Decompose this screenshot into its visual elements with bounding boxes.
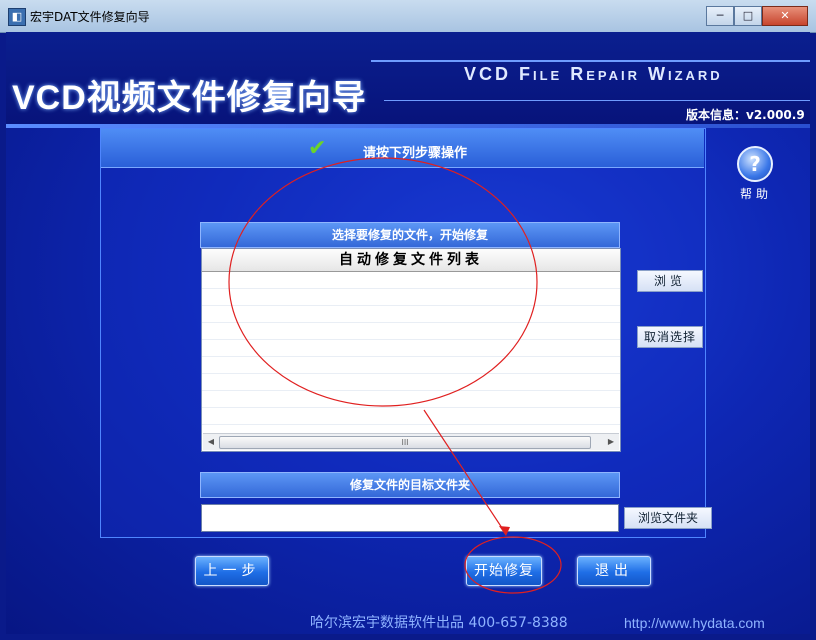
target-folder-field[interactable] [201,504,619,532]
footer-url[interactable]: http://www.hydata.com [624,615,765,631]
checkmark-icon: ✔ [308,136,327,161]
list-item[interactable] [202,289,620,306]
list-item[interactable] [202,391,620,408]
minimize-button[interactable]: ─ [706,6,734,26]
steps-heading: 请按下列步骤操作 [363,146,468,161]
file-list-header: 自动修复文件列表 [202,249,620,272]
header-divider-top [371,60,810,62]
scroll-left-icon[interactable]: ◀ [205,436,217,448]
previous-step-button[interactable]: 上一步 [195,556,269,586]
file-list[interactable]: 自动修复文件列表 ◀ III ▶ [201,248,621,452]
target-section-bar: 修复文件的目标文件夹 [200,472,620,498]
list-item[interactable] [202,340,620,357]
list-item[interactable] [202,408,620,425]
help-icon[interactable]: ? [737,146,773,182]
window-controls: ─ □ ✕ [706,2,810,26]
header-divider-bottom [384,100,810,101]
list-item[interactable] [202,272,620,289]
list-item[interactable] [202,374,620,391]
list-item[interactable] [202,323,620,340]
close-button[interactable]: ✕ [762,6,808,26]
maximize-button[interactable]: □ [734,6,762,26]
file-section-bar: 选择要修复的文件，开始修复 [200,222,620,248]
footer-company: 哈尔滨宏宇数据软件出品 400-657-8388 [310,615,568,631]
app-icon: ◧ [8,8,26,26]
deselect-button[interactable]: 取消选择 [637,326,703,348]
app-title-en: VCD File Repair Wizard [464,64,723,84]
exit-button[interactable]: 退出 [577,556,651,586]
horizontal-scrollbar[interactable]: ◀ III ▶ [203,433,619,450]
window-title: 宏宇DAT文件修复向导 [30,10,150,24]
browse-folder-button[interactable]: 浏览文件夹 [624,507,712,529]
version-info: 版本信息：v2.000.9 [686,108,805,122]
browse-button[interactable]: 浏览 [637,270,703,292]
scroll-right-icon[interactable]: ▶ [605,436,617,448]
app-title-cn: VCD视频文件修复向导 [12,79,367,117]
list-item[interactable] [202,357,620,374]
help-label[interactable]: 帮助 [740,185,772,202]
start-repair-button[interactable]: 开始修复 [466,556,542,586]
list-item[interactable] [202,306,620,323]
scroll-thumb[interactable]: III [219,436,591,449]
